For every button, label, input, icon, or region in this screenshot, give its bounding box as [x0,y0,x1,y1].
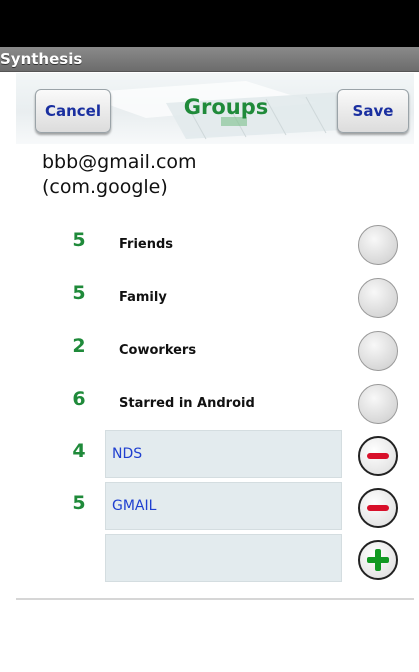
group-count: 6 [72,388,86,410]
group-row-new [16,532,419,582]
account-info: bbb@gmail.com (com.google) [42,150,402,200]
group-count: 5 [72,282,86,304]
new-group-field[interactable] [105,534,342,582]
group-row-gmail: 5 GMAIL [16,480,419,530]
empty-circle-icon[interactable] [358,225,398,265]
status-bar [0,0,419,47]
group-name: Starred in Android [119,396,255,411]
remove-circle-icon[interactable] [358,436,398,476]
left-margin [0,73,16,672]
remove-circle-icon[interactable] [358,488,398,528]
group-count: 5 [72,229,86,251]
account-email: bbb@gmail.com [42,151,197,173]
group-row-starred: 6 Starred in Android [16,380,419,430]
group-count: 4 [72,440,86,462]
add-circle-icon[interactable] [358,540,398,580]
page-title: Groups [183,95,269,119]
empty-circle-icon[interactable] [358,331,398,371]
group-name-field[interactable]: GMAIL [105,482,342,530]
empty-circle-icon[interactable] [358,384,398,424]
app-title: Synthesis [0,50,83,68]
right-margin [414,73,419,672]
save-button[interactable]: Save [337,89,409,133]
cancel-button[interactable]: Cancel [35,89,111,133]
group-row-coworkers: 2 Coworkers [16,327,419,377]
group-name: Family [119,290,167,305]
account-type: (com.google) [42,176,168,198]
groups-header: Cancel Groups Save [16,73,419,144]
group-name: Coworkers [119,343,197,358]
app-title-bar: Synthesis [0,47,419,72]
empty-circle-icon[interactable] [358,278,398,318]
group-row-friends: 5 Friends [16,221,419,271]
group-name: Friends [119,237,174,252]
group-row-nds: 4 NDS [16,428,419,478]
minus-icon [367,453,389,459]
group-name-field[interactable]: NDS [105,430,342,478]
group-row-family: 5 Family [16,274,419,324]
group-count: 5 [72,492,86,514]
divider [16,598,419,600]
minus-icon [367,505,389,511]
group-count: 2 [72,335,86,357]
